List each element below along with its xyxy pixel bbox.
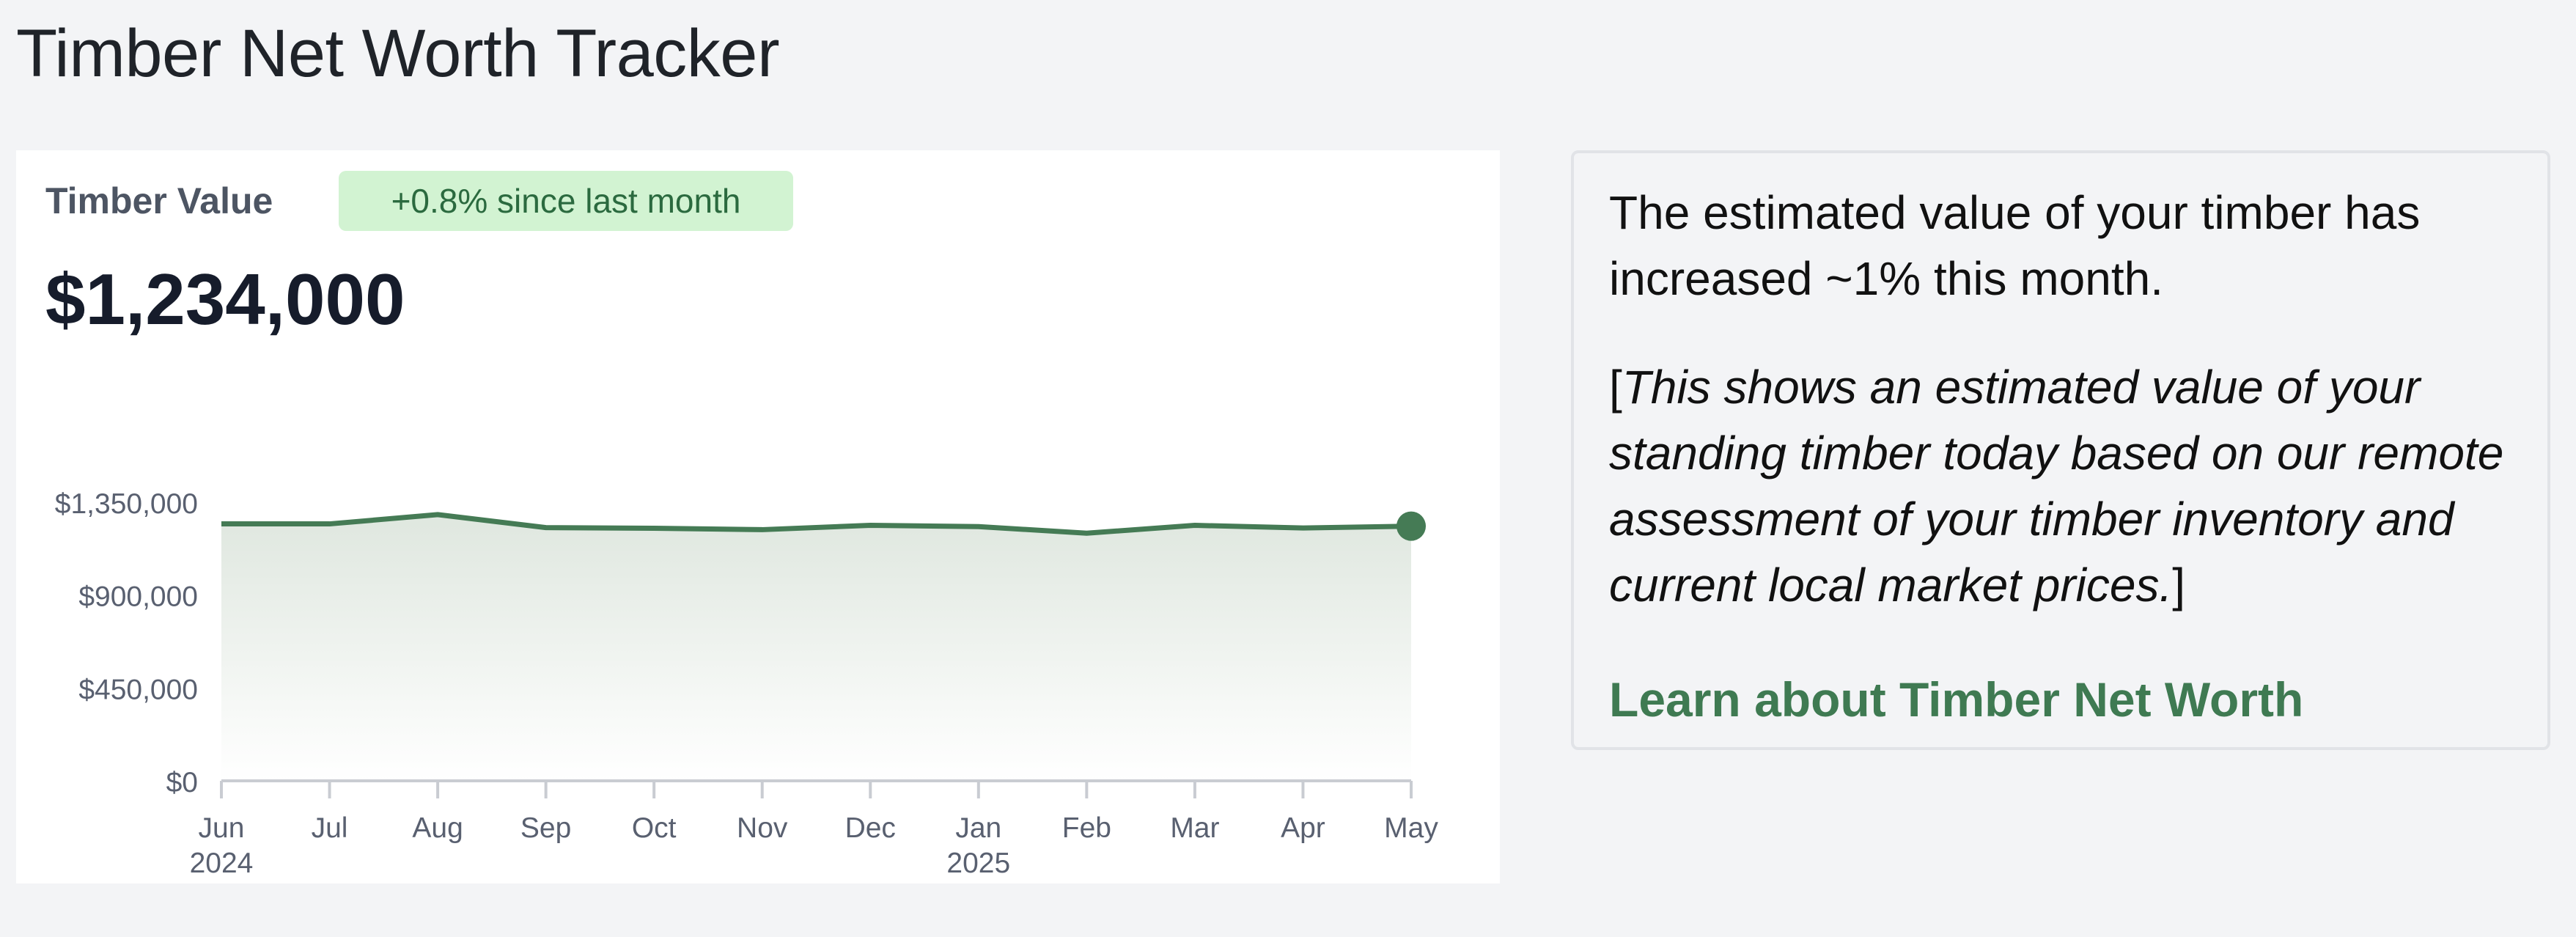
y-tick-label: $1,350,000 [55,488,198,520]
x-year-label: 2025 [946,848,1010,879]
x-tick-label: Jul [312,812,348,844]
y-tick-label: $450,000 [78,674,198,705]
info-note: [This shows an estimated value of your s… [1609,354,2547,618]
x-tick-label: Sep [520,812,571,844]
y-tick-label: $900,000 [78,581,198,613]
note-text: This shows an estimated value of your st… [1609,361,2504,611]
page-title: Timber Net Worth Tracker [16,16,780,91]
x-tick-label: Dec [845,812,896,844]
info-summary: The estimated value of your timber has i… [1609,186,2421,305]
info-card: The estimated value of your timber has i… [1571,150,2550,750]
learn-about-timber-net-worth-link[interactable]: Learn about Timber Net Worth [1609,666,2303,732]
x-tick-label: Aug [412,812,463,844]
x-tick-label: Mar [1170,812,1219,844]
x-tick-label: Oct [632,812,677,844]
note-open-bracket: [ [1609,361,1622,414]
y-tick-label: $0 [166,767,198,798]
x-tick-label: Jun [199,812,245,844]
x-tick-label: Feb [1062,812,1111,844]
chart-area-fill [221,514,1411,781]
timber-value-card: Timber Value +0.8% since last month $1,2… [16,150,1500,883]
note-close-bracket: ] [2172,559,2186,611]
timber-value-chart: $0 $450,000 $900,000 $1,350,000 Jun 2024 Jul Au… [55,488,1439,879]
x-year-label: 2024 [190,848,254,879]
x-tick-label: Apr [1281,812,1325,844]
latest-value-point [1396,511,1426,541]
x-tick-label: May [1384,812,1438,844]
x-tick-label: Jan [955,812,1001,844]
x-tick-label: Nov [737,812,788,844]
